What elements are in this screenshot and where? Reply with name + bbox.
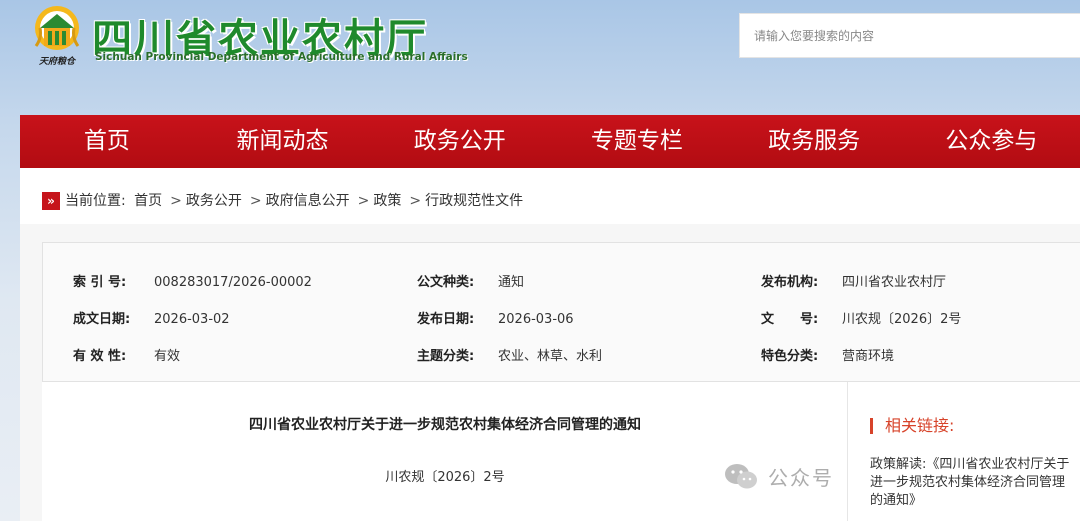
document-metadata-card: 索 引 号: 008283017/2026-00002 公文种类: 通知 发布机构:… bbox=[42, 242, 1080, 382]
meta-issuer-label: 发布机构: bbox=[761, 275, 819, 290]
meta-valid-label: 有 效 性: bbox=[73, 349, 127, 364]
tianfu-granary-logo-icon[interactable]: 天府粮仓 bbox=[28, 2, 86, 72]
search-box[interactable] bbox=[739, 13, 1080, 58]
breadcrumb-separator: > bbox=[409, 193, 422, 209]
meta-doc-number: 文 号: 川农规〔2026〕2号 bbox=[761, 308, 961, 327]
meta-topic-value: 农业、林草、水利 bbox=[498, 349, 603, 364]
meta-doc-type-label: 公文种类: bbox=[417, 275, 475, 290]
breadcrumb-item-gov-info-open[interactable]: 政府信息公开 bbox=[266, 193, 350, 209]
meta-topic: 主题分类: 农业、林草、水利 bbox=[417, 345, 602, 364]
meta-index: 索 引 号: 008283017/2026-00002 bbox=[73, 271, 312, 290]
meta-docno-label: 文 号: bbox=[761, 312, 819, 327]
meta-issuer: 发布机构: 四川省农业农村厅 bbox=[761, 271, 946, 290]
search-input[interactable] bbox=[740, 14, 1080, 57]
meta-validity: 有 效 性: 有效 bbox=[73, 345, 180, 364]
meta-topic-label: 主题分类: bbox=[417, 349, 475, 364]
breadcrumb-item-policy[interactable]: 政策 bbox=[373, 193, 401, 209]
meta-doc-type-value: 通知 bbox=[498, 275, 525, 290]
document-number: 川农规〔2026〕2号 bbox=[385, 470, 505, 485]
meta-index-label: 索 引 号: bbox=[73, 275, 127, 290]
double-chevron-right-icon: » bbox=[42, 192, 60, 210]
content-area: 四川省农业农村厅关于进一步规范农村集体经济合同管理的通知 川农规〔2026〕2号… bbox=[42, 382, 1080, 521]
nav-item-gov-services[interactable]: 政务服务 bbox=[726, 115, 903, 168]
breadcrumb-item-gov-affairs-open[interactable]: 政务公开 bbox=[186, 193, 242, 209]
page-content: 索 引 号: 008283017/2026-00002 公文种类: 通知 发布机构:… bbox=[20, 224, 1080, 521]
meta-created-label: 成文日期: bbox=[73, 312, 131, 327]
meta-published-value: 2026-03-06 bbox=[498, 312, 574, 327]
related-links-title: 相关链接: bbox=[870, 418, 954, 434]
breadcrumb: 当前位置: 首页 > 政务公开 > 政府信息公开 > 政策 > 行政规范性文件 bbox=[65, 192, 527, 210]
related-links-panel: 相关链接: 政策解读:《四川省农业农村厅关于进一步规范农村集体经济合同管理的通知… bbox=[848, 382, 1080, 521]
breadcrumb-item-home[interactable]: 首页 bbox=[134, 193, 162, 209]
meta-doc-type: 公文种类: 通知 bbox=[417, 271, 524, 290]
meta-created-value: 2026-03-02 bbox=[154, 312, 230, 327]
breadcrumb-separator: > bbox=[249, 193, 262, 209]
breadcrumb-item-normative-docs[interactable]: 行政规范性文件 bbox=[425, 193, 523, 209]
meta-feature-value: 营商环境 bbox=[842, 349, 895, 364]
main-nav: 首页 新闻动态 政务公开 专题专栏 政务服务 公众参与 bbox=[20, 115, 1080, 168]
nav-item-news[interactable]: 新闻动态 bbox=[194, 115, 371, 168]
meta-feature-label: 特色分类: bbox=[761, 349, 819, 364]
meta-valid-value: 有效 bbox=[154, 349, 181, 364]
nav-item-gov-affairs-open[interactable]: 政务公开 bbox=[371, 115, 548, 168]
site-header: 天府粮仓 四川省农业农村厅 Sichuan Provincial Departm… bbox=[0, 0, 1080, 112]
meta-docno-value: 川农规〔2026〕2号 bbox=[842, 312, 962, 327]
related-link-policy-interpretation[interactable]: 政策解读:《四川省农业农村厅关于进一步规范农村集体经济合同管理的通知》 bbox=[870, 456, 1070, 510]
meta-created-date: 成文日期: 2026-03-02 bbox=[73, 308, 230, 327]
nav-item-special-topics[interactable]: 专题专栏 bbox=[548, 115, 725, 168]
breadcrumb-separator: > bbox=[170, 193, 182, 209]
nav-item-home[interactable]: 首页 bbox=[20, 115, 194, 168]
site-subtitle: Sichuan Provincial Department of Agricul… bbox=[95, 51, 468, 63]
meta-issuer-value: 四川省农业农村厅 bbox=[842, 275, 947, 290]
document-main-column: 四川省农业农村厅关于进一步规范农村集体经济合同管理的通知 川农规〔2026〕2号 bbox=[42, 382, 848, 521]
document-title: 四川省农业农村厅关于进一步规范农村集体经济合同管理的通知 bbox=[249, 417, 641, 433]
svg-text:天府粮仓: 天府粮仓 bbox=[39, 56, 77, 67]
nav-item-public-participation[interactable]: 公众参与 bbox=[903, 115, 1080, 168]
meta-index-value: 008283017/2026-00002 bbox=[154, 275, 312, 290]
meta-published-label: 发布日期: bbox=[417, 312, 475, 327]
breadcrumb-separator: > bbox=[357, 193, 370, 209]
meta-feature: 特色分类: 营商环境 bbox=[761, 345, 894, 364]
breadcrumb-bar: » 当前位置: 首页 > 政务公开 > 政府信息公开 > 政策 > 行政规范性文件 bbox=[20, 168, 1080, 224]
breadcrumb-label: 当前位置: bbox=[65, 193, 126, 209]
meta-published-date: 发布日期: 2026-03-06 bbox=[417, 308, 574, 327]
